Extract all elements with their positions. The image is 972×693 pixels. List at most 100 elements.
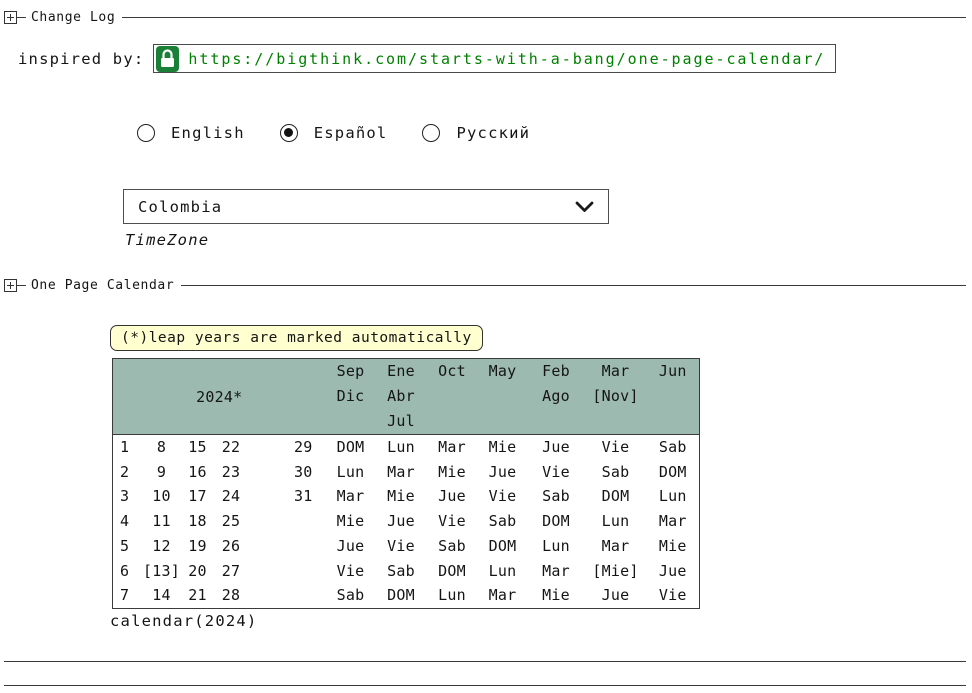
calendar-weekday-cell: Sab (585, 460, 647, 485)
one-page-calendar-table: 2024*SepDicEneAbrJulOctMayFebAgoMar[Nov]… (112, 358, 700, 609)
calendar-date-cell: 4 (113, 509, 143, 534)
calendar-date-cell: 24 (215, 484, 248, 509)
calendar-weekday-cell: Lun (427, 583, 478, 608)
calendar-date-cell: 31 (248, 484, 326, 509)
calendar-weekday-cell: Lun (585, 509, 647, 534)
calendar-month-column-header: SepDic (326, 359, 376, 435)
calendar-weekday-cell: Vie (478, 484, 528, 509)
calendar-date-cell: 1 (113, 435, 143, 460)
calendar-weekday-cell: Sab (326, 583, 376, 608)
radio-label: English (171, 124, 245, 142)
month-label (647, 409, 700, 434)
language-radio-русский[interactable]: Русский (422, 124, 530, 142)
calendar-weekday-cell: Mar (585, 534, 647, 559)
calendar-month-column-header: EneAbrJul (376, 359, 427, 435)
month-label: [Nov] (585, 384, 647, 409)
calendar-weekday-cell: Vie (585, 435, 647, 460)
calendar-weekday-cell: DOM (427, 559, 478, 584)
month-label: Abr (376, 384, 427, 409)
language-radio-english[interactable]: English (137, 124, 245, 142)
calendar-row: 7142128SabDOMLunMarMieJueVie (113, 583, 700, 608)
url-text: https://bigthink.com/starts-with-a-bang/… (188, 50, 825, 68)
expand-toggle-icon[interactable] (4, 11, 17, 24)
calendar-weekday-cell: Vie (326, 559, 376, 584)
month-label: Feb (528, 359, 585, 384)
timezone-label: TimeZone (125, 231, 209, 249)
calendar-weekday-cell: Lun (478, 559, 528, 584)
calendar-weekday-cell: Mie (647, 534, 700, 559)
calendar-weekday-cell: DOM (528, 509, 585, 534)
month-label (427, 384, 478, 409)
calendar-weekday-cell: Mar (478, 583, 528, 608)
lock-icon (156, 46, 179, 72)
calendar-weekday-cell: Mie (326, 509, 376, 534)
radio-unselected-icon[interactable] (137, 124, 155, 142)
calendar-date-cell: 17 (181, 484, 215, 509)
calendar-date-cell: 3 (113, 484, 143, 509)
calendar-date-cell: 21 (181, 583, 215, 608)
calendar-date-cell: 22 (215, 435, 248, 460)
calendar-date-cell: 23 (215, 460, 248, 485)
calendar-date-cell: 18 (181, 509, 215, 534)
month-label: Sep (326, 359, 376, 384)
calendar-date-cell: 11 (143, 509, 181, 534)
radio-selected-icon[interactable] (280, 124, 298, 142)
chevron-down-icon (575, 201, 594, 213)
calendar-body: 18152229DOMLunMarMieJueVieSab29162330Lun… (113, 435, 700, 609)
calendar-weekday-cell: Mie (427, 460, 478, 485)
calendar-weekday-cell: Vie (647, 583, 700, 608)
calendar-weekday-cell: Jue (376, 509, 427, 534)
calendar-weekday-cell: Jue (326, 534, 376, 559)
calendar-weekday-cell: Jue (585, 583, 647, 608)
timezone-select[interactable]: Colombia (123, 189, 609, 224)
calendar-month-column-header: Oct (427, 359, 478, 435)
calendar-date-cell: 7 (113, 583, 143, 608)
calendar-month-column-header: Mar[Nov] (585, 359, 647, 435)
legend-rule (122, 17, 966, 18)
calendar-month-column-header: FebAgo (528, 359, 585, 435)
calendar-header: 2024*SepDicEneAbrJulOctMayFebAgoMar[Nov]… (113, 359, 700, 435)
expand-toggle-icon[interactable] (4, 279, 17, 292)
radio-unselected-icon[interactable] (422, 124, 440, 142)
calendar-weekday-cell: Jue (647, 559, 700, 584)
calendar-weekday-cell: Mie (528, 583, 585, 608)
calendar-date-cell: 10 (143, 484, 181, 509)
calendar-weekday-cell: Lun (326, 460, 376, 485)
language-radio-español[interactable]: Español (280, 124, 388, 142)
calendar-year-label: 2024* (113, 359, 326, 435)
calendar-weekday-cell: Jue (427, 484, 478, 509)
leap-year-tooltip: (*)leap years are marked automatically (110, 325, 483, 351)
calendar-weekday-cell: Mar (528, 559, 585, 584)
calendar-date-cell: 28 (215, 583, 248, 608)
calendar-row: 6[13]2027VieSabDOMLunMar[Mie]Jue (113, 559, 700, 584)
month-label (585, 409, 647, 434)
divider-line (4, 661, 966, 662)
divider-line (4, 685, 966, 686)
calendar-date-cell: 5 (113, 534, 143, 559)
inspired-by-row: inspired by: https://bigthink.com/starts… (18, 44, 836, 73)
calendar-weekday-cell: Lun (528, 534, 585, 559)
calendar-row: 310172431MarMieJueVieSabDOMLun (113, 484, 700, 509)
calendar-weekday-cell: Sab (376, 559, 427, 584)
calendar-date-cell: 12 (143, 534, 181, 559)
calendar-row: 5121926JueVieSabDOMLunMarMie (113, 534, 700, 559)
url-link[interactable]: https://bigthink.com/starts-with-a-bang/… (153, 44, 836, 73)
calendar-row: 29162330LunMarMieJueVieSabDOM (113, 460, 700, 485)
calendar-weekday-cell: Lun (376, 435, 427, 460)
calendar-weekday-cell: DOM (478, 534, 528, 559)
legend-connector (17, 285, 26, 286)
month-label (528, 409, 585, 434)
calendar-weekday-cell: Mie (478, 435, 528, 460)
one-page-calendar-label: One Page Calendar (26, 278, 181, 293)
calendar-weekday-cell: Mar (647, 509, 700, 534)
calendar-date-cell: 19 (181, 534, 215, 559)
calendar-weekday-cell: Sab (528, 484, 585, 509)
month-label: Ago (528, 384, 585, 409)
month-label (326, 409, 376, 434)
calendar-date-cell: 20 (181, 559, 215, 584)
month-label (478, 384, 528, 409)
calendar-date-cell: 25 (215, 509, 248, 534)
calendar-weekday-cell: Vie (528, 460, 585, 485)
legend-rule (181, 285, 966, 286)
calendar-date-cell: 26 (215, 534, 248, 559)
